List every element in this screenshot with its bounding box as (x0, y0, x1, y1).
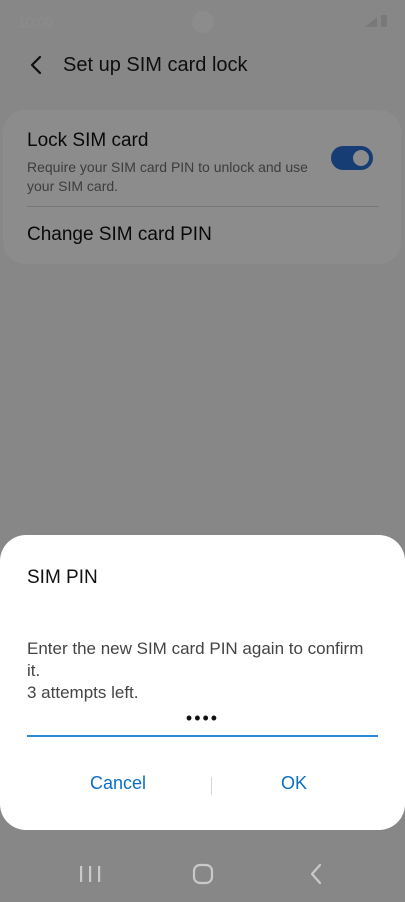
pin-value: •••• (185, 708, 220, 728)
navigation-bar (0, 846, 405, 902)
dialog-instruction: Enter the new SIM card PIN again to conf… (27, 639, 364, 680)
dialog-buttons: Cancel OK (0, 773, 405, 801)
dialog-attempts: 3 attempts left. (27, 683, 139, 702)
back-nav-icon[interactable] (297, 856, 337, 892)
dialog-title: SIM PIN (27, 567, 98, 588)
cancel-button[interactable]: Cancel (38, 773, 198, 794)
ok-button[interactable]: OK (214, 773, 374, 794)
recent-apps-icon[interactable] (70, 856, 110, 892)
home-icon[interactable] (183, 856, 223, 892)
button-separator (211, 777, 212, 795)
sim-pin-dialog: SIM PIN Enter the new SIM card PIN again… (0, 535, 405, 830)
dialog-message: Enter the new SIM card PIN again to conf… (27, 638, 372, 704)
pin-input[interactable]: •••• (27, 705, 378, 737)
